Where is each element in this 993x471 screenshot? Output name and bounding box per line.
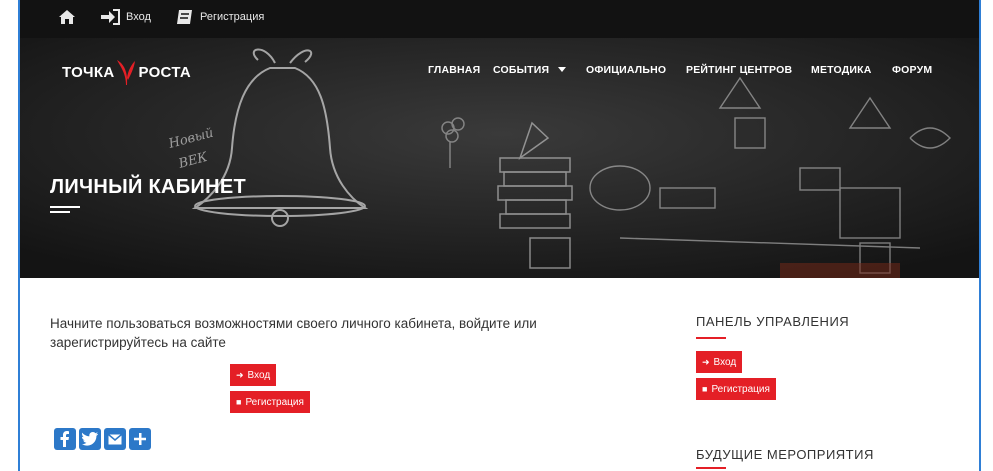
main-nav: ТОЧКА РОСТА ГЛАВНАЯ СОБЫТИЯ ОФИЦИАЛЬНО Р… <box>20 38 979 104</box>
sidebar-panel-underline <box>696 337 726 339</box>
nav-item-rating[interactable]: РЕЙТИНГ ЦЕНТРОВ <box>686 64 792 76</box>
register-button[interactable]: ■ Регистрация <box>230 391 310 413</box>
twitter-icon[interactable] <box>79 428 101 450</box>
nav-item-forum[interactable]: ФОРУМ <box>892 64 932 76</box>
title-underline <box>50 206 80 208</box>
chevron-down-icon <box>558 67 567 72</box>
intro-text: Начните пользоваться возможностями своег… <box>50 316 537 350</box>
sidebar-events-underline <box>696 467 726 469</box>
nav-item-events[interactable]: СОБЫТИЯ <box>493 64 567 76</box>
login-button[interactable]: ➜ Вход <box>230 364 277 386</box>
logo-text-left: ТОЧКА <box>62 63 115 81</box>
sidebar-register-button[interactable]: ■ Регистрация <box>696 378 776 400</box>
logo-text-right: РОСТА <box>138 63 191 81</box>
sign-in-icon <box>101 9 120 25</box>
topbar-register-link[interactable]: Регистрация <box>176 9 264 25</box>
topbar-register-label: Регистрация <box>200 11 265 23</box>
book-icon: ■ <box>702 384 708 394</box>
title-underline-short <box>50 211 70 213</box>
login-button-label: Вход <box>247 369 271 381</box>
site-logo[interactable]: ТОЧКА РОСТА <box>62 58 191 86</box>
register-button-label: Регистрация <box>245 396 304 408</box>
plus-icon[interactable] <box>129 428 151 450</box>
topbar-login-link[interactable]: Вход <box>100 9 151 25</box>
nav-item-methods[interactable]: МЕТОДИКА <box>811 64 872 76</box>
topbar-login-label: Вход <box>126 11 151 23</box>
home-icon[interactable] <box>58 9 76 25</box>
facebook-icon[interactable] <box>54 428 76 450</box>
email-icon[interactable] <box>104 428 126 450</box>
sign-in-icon: ➜ <box>702 356 710 367</box>
top-utility-bar: Вход Регистрация <box>20 0 979 38</box>
sign-in-icon: ➜ <box>236 369 244 380</box>
page-title: ЛИЧНЫЙ КАБИНЕТ <box>50 176 247 198</box>
sidebar-login-button[interactable]: ➜ Вход <box>696 351 743 373</box>
hero-banner: Новый ВЕК ТОЧКА РОСТА ГЛАВНАЯ СОБЫТИЯ ОФ… <box>20 38 979 278</box>
sidebar-events-title: БУДУЩИЕ МЕРОПРИЯТИЯ <box>696 447 874 462</box>
sidebar-login-label: Вход <box>713 356 737 368</box>
logo-sprout-icon <box>117 60 136 85</box>
nav-item-events-label: СОБЫТИЯ <box>493 64 550 76</box>
browser-frame: Вход Регистрация Новый ВЕК ТОЧКА РОСТА Г… <box>18 0 981 471</box>
nav-item-home[interactable]: ГЛАВНАЯ <box>428 64 480 76</box>
sidebar-register-label: Регистрация <box>711 383 770 395</box>
sidebar-panel-title: ПАНЕЛЬ УПРАВЛЕНИЯ <box>696 314 850 329</box>
book-icon <box>177 10 192 24</box>
book-icon: ■ <box>236 397 242 407</box>
nav-item-official[interactable]: ОФИЦИАЛЬНО <box>586 64 666 76</box>
